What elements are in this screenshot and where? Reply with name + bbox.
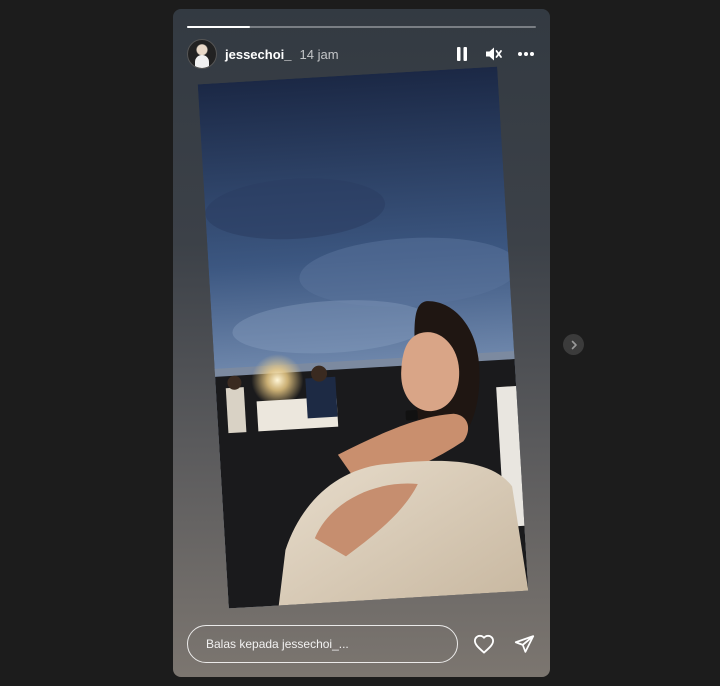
like-button[interactable] bbox=[472, 632, 496, 656]
send-icon bbox=[514, 635, 534, 653]
reply-input[interactable] bbox=[187, 625, 458, 663]
mute-button[interactable] bbox=[484, 44, 504, 64]
speaker-muted-icon bbox=[486, 47, 502, 61]
more-options-icon bbox=[518, 52, 534, 56]
heart-icon bbox=[473, 634, 494, 654]
next-story-button[interactable] bbox=[563, 334, 584, 355]
reply-bar bbox=[187, 625, 536, 663]
chevron-right-icon bbox=[571, 340, 577, 349]
story-header: jessechoi_ 14 jam bbox=[187, 39, 536, 69]
avatar[interactable] bbox=[187, 39, 217, 69]
story-viewer: jessechoi_ 14 jam bbox=[0, 0, 720, 686]
share-button[interactable] bbox=[512, 632, 536, 656]
header-actions bbox=[452, 44, 536, 64]
story-photo-image bbox=[197, 66, 529, 609]
story-progress-fill bbox=[187, 26, 250, 28]
reply-actions bbox=[472, 632, 536, 656]
story-card[interactable]: jessechoi_ 14 jam bbox=[173, 9, 550, 677]
story-progress-bar bbox=[187, 26, 536, 28]
pause-button[interactable] bbox=[452, 44, 472, 64]
more-options-button[interactable] bbox=[516, 44, 536, 64]
pause-icon bbox=[457, 47, 467, 61]
story-photo[interactable] bbox=[197, 66, 529, 609]
timestamp: 14 jam bbox=[299, 46, 339, 62]
username[interactable]: jessechoi_ bbox=[225, 47, 292, 62]
